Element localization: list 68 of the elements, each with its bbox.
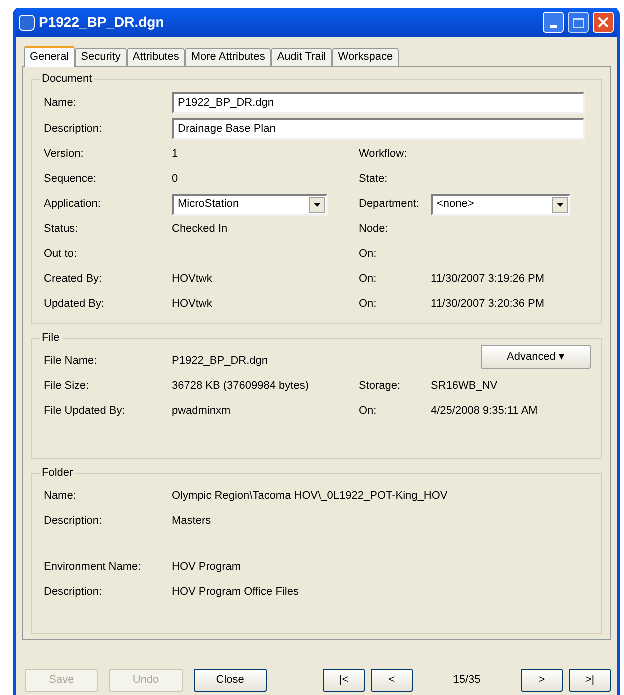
dialog-button[interactable]: Close <box>194 669 267 692</box>
field-value: HOV Program Office Files <box>172 585 299 600</box>
dropdown[interactable]: MicroStation <box>172 194 328 216</box>
field-label: File Updated By: <box>44 404 126 420</box>
text-field[interactable]: P1922_BP_DR.dgn <box>172 92 585 114</box>
record-position: 15/35 <box>452 673 482 688</box>
field-value: 11/30/2007 3:19:26 PM <box>431 272 546 288</box>
field-label: Node: <box>359 222 390 238</box>
text-field[interactable]: Drainage Base Plan <box>172 118 585 140</box>
next-button[interactable]: > <box>520 669 563 692</box>
field-value: 1 <box>172 147 180 162</box>
maximize-icon <box>573 18 584 28</box>
last-button[interactable]: >| <box>568 669 611 692</box>
field-label: Name: <box>44 489 78 504</box>
field-label: Application: <box>44 197 102 212</box>
field-value: Masters <box>172 514 212 530</box>
field-label: Storage: <box>359 379 402 394</box>
minimize-button[interactable] <box>543 12 564 33</box>
dropdown[interactable]: <none> <box>431 194 571 216</box>
close-icon <box>598 17 609 28</box>
field-label: Created By: <box>44 272 104 288</box>
tab[interactable]: More Attributes <box>185 48 272 66</box>
field-value: Checked In <box>172 222 229 238</box>
tab[interactable]: Attributes <box>126 48 186 66</box>
advanced-button[interactable]: Advanced ▾ <box>481 345 591 369</box>
previous-button[interactable]: < <box>370 669 413 692</box>
tab[interactable]: General <box>24 46 76 67</box>
field-value: HOVtwk <box>172 297 214 312</box>
window-title: P1922_BP_DR.dgn <box>39 13 166 32</box>
tab[interactable]: Security <box>75 48 127 66</box>
field-label: File Size: <box>44 379 90 394</box>
field-label: On: <box>359 297 378 312</box>
field-value: SR16WB_NV <box>431 379 499 394</box>
field-value: P1922_BP_DR.dgn <box>172 354 268 370</box>
field-value: 0 <box>172 172 180 188</box>
tab[interactable]: Audit Trail <box>271 48 332 66</box>
app-icon <box>19 14 35 30</box>
close-button[interactable] <box>593 12 614 33</box>
field-label: Name: <box>44 96 78 111</box>
field-label: Version: <box>44 147 85 162</box>
field-label: On: <box>359 404 378 420</box>
field-value: HOVtwk <box>172 272 214 288</box>
field-value: pwadminxm <box>172 404 232 420</box>
field-label: Description: <box>44 585 104 600</box>
field-value: 4/25/2008 9:35:11 AM <box>431 404 539 420</box>
field-value: HOV Program <box>172 560 242 576</box>
field-label: Environment Name: <box>44 560 142 576</box>
field-label: Sequence: <box>44 172 98 188</box>
field-value: 36728 KB (37609984 bytes) <box>172 379 310 394</box>
field-value: Olympic Region\Tacoma HOV\_0L1922_POT-King_HOV <box>172 489 448 504</box>
field-label: File Name: <box>44 354 98 370</box>
field-label: On: <box>359 247 378 262</box>
tab[interactable]: Workspace <box>332 48 400 66</box>
field-label: Status: <box>44 222 80 238</box>
caret-icon <box>309 196 325 212</box>
field-label: Out to: <box>44 247 78 262</box>
maximize-button[interactable] <box>568 12 589 33</box>
first-button[interactable]: |< <box>322 669 365 692</box>
field-label: On: <box>359 272 378 288</box>
field-label: Description: <box>44 122 104 137</box>
field-label: State: <box>359 172 389 188</box>
field-label: Workflow: <box>359 147 408 162</box>
field-value: 11/30/2007 3:20:36 PM <box>431 297 546 312</box>
field-label: Description: <box>44 514 104 530</box>
minimize-icon <box>550 25 557 28</box>
caret-icon <box>552 196 568 212</box>
field-label: Department: <box>359 197 421 212</box>
field-label: Updated By: <box>44 297 106 312</box>
